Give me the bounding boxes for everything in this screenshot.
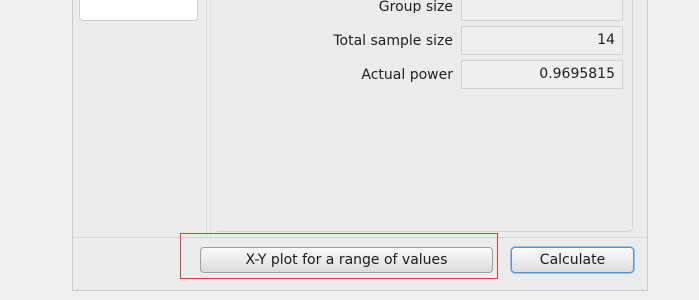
partial-field-input[interactable] [461, 0, 623, 21]
parameters-panel: Group size Total sample size 14 Actual p… [217, 0, 633, 232]
total-sample-size-field[interactable]: 14 [461, 26, 623, 55]
highlight-box [180, 233, 498, 279]
calculate-button[interactable]: Calculate [511, 247, 634, 273]
splitter-line [206, 0, 207, 237]
actual-power-field[interactable]: 0.9695815 [461, 60, 623, 89]
actual-power-label: Actual power [361, 67, 453, 83]
splitter-line-secondary [210, 0, 211, 237]
total-sample-size-label: Total sample size [333, 33, 453, 49]
partial-field-label: Group size [378, 0, 453, 13]
test-list-box[interactable] [79, 0, 198, 21]
screenshot-page: Group size Total sample size 14 Actual p… [0, 0, 699, 300]
